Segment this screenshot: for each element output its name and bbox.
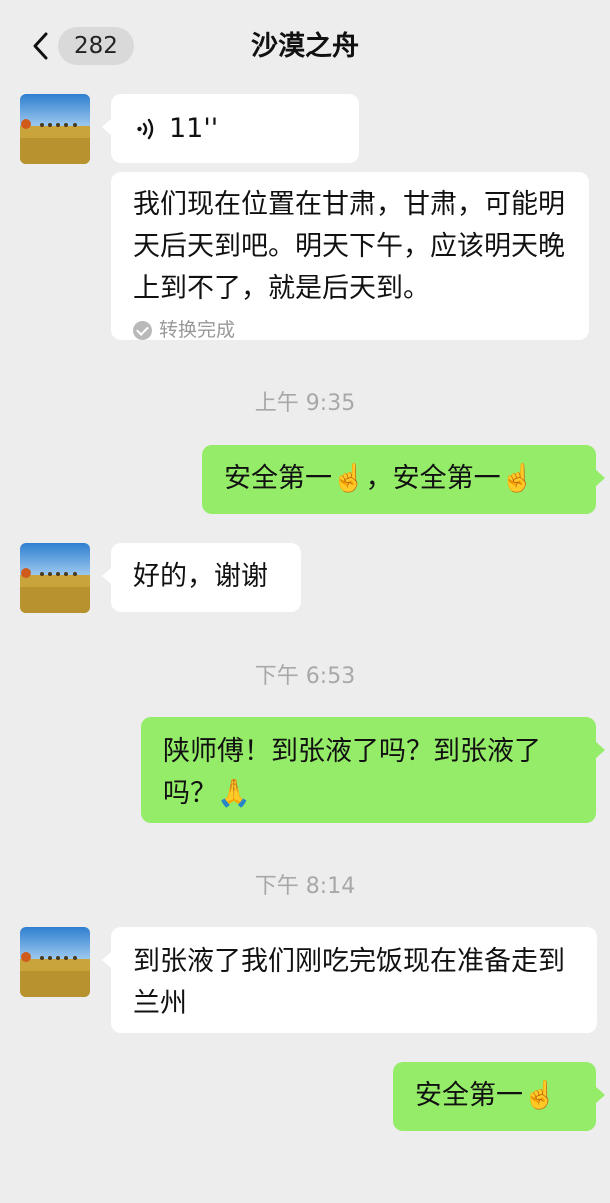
voice-duration: 11'' [169,112,219,144]
outgoing-message-bubble[interactable]: 安全第一☝️ [393,1062,605,1131]
desert-landscape-avatar [20,543,90,613]
timestamp: 下午 8:14 [254,874,356,899]
message-text: 陕师傅！到张液了吗？到张液了吗？🙏 [163,736,541,809]
contact-avatar[interactable] [20,543,90,613]
message-text: 到张液了我们刚吃完饭现在准备走到兰州 [133,946,565,1019]
voice-message-bubble[interactable]: 11'' [102,94,359,163]
check-circle-icon [133,320,152,340]
message-text: 安全第一☝️ [415,1080,557,1111]
incoming-message-bubble[interactable]: 好的，谢谢 [102,543,301,612]
message-text: 好的，谢谢 [133,561,268,592]
transcription-status-label: 转换完成 [159,319,236,341]
timestamp: 下午 6:53 [254,664,356,689]
message-text: 安全第一☝️，安全第一☝️ [224,463,535,494]
desert-landscape-avatar [20,927,90,997]
chat-title: 沙漠之舟 [251,31,359,62]
outgoing-message-bubble[interactable]: 安全第一☝️，安全第一☝️ [202,445,605,514]
timestamp: 上午 9:35 [254,391,356,416]
desert-landscape-avatar [20,94,90,164]
outgoing-message-bubble[interactable]: 陕师傅！到张液了吗？到张液了吗？🙏 [141,717,605,823]
voice-wave-icon [137,118,154,139]
transcription-status: 转换完成 [133,318,567,342]
incoming-message-bubble[interactable]: 到张液了我们刚吃完饭现在准备走到兰州 [102,927,597,1033]
voice-transcription-bubble[interactable]: 我们现在位置在甘肃，甘肃，可能明天后天到吧。明天下午，应该明天晚上到不了，就是后… [111,172,589,342]
contact-avatar[interactable] [20,94,90,164]
chat-header: 282 沙漠之舟 [0,0,610,88]
transcription-text: 我们现在位置在甘肃，甘肃，可能明天后天到吧。明天下午，应该明天晚上到不了，就是后… [133,189,565,304]
contact-avatar[interactable] [20,927,90,997]
